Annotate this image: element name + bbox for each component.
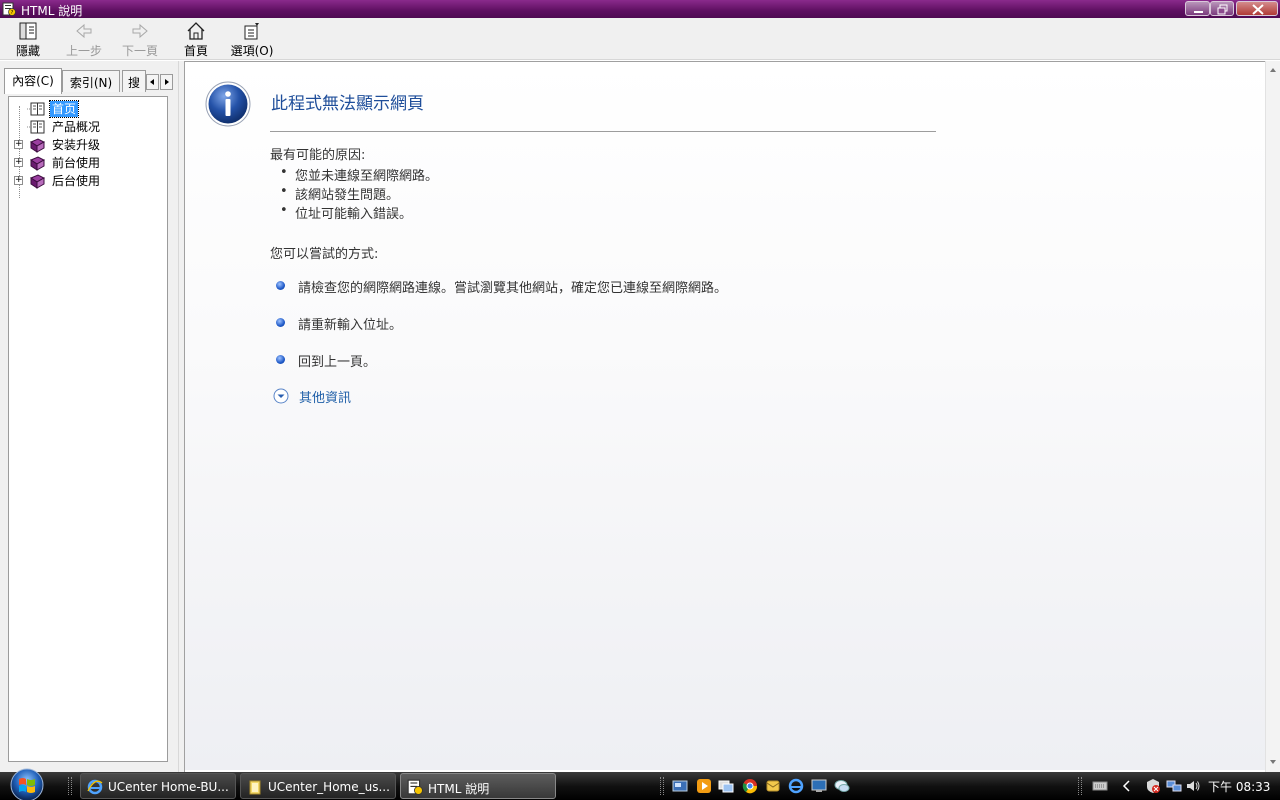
start-button[interactable] (5, 768, 49, 800)
scroll-down-icon[interactable] (1269, 758, 1277, 766)
messenger-icon[interactable] (765, 778, 781, 794)
tree-item-install[interactable]: + 安装升级 (9, 136, 167, 154)
tab-search[interactable]: 搜 (122, 70, 146, 92)
tree-item-label: 前台使用 (52, 156, 101, 170)
back-arrow-icon (76, 23, 92, 39)
options-icon (244, 23, 259, 40)
vertical-scrollbar[interactable] (1265, 61, 1280, 772)
try-heading: 您可以嘗試的方式: (270, 247, 379, 262)
info-icon (205, 81, 251, 127)
tab-index[interactable]: 索引(N) (62, 70, 120, 92)
taskbar-grip[interactable] (68, 777, 72, 795)
reason-item: 位址可能輸入錯誤。 (280, 203, 412, 222)
home-icon (187, 22, 205, 40)
taskbar-grip[interactable] (1078, 777, 1082, 795)
minimize-button[interactable] (1185, 1, 1210, 16)
more-info-label: 其他資訊 (299, 391, 352, 406)
network-icon[interactable] (1166, 778, 1182, 794)
taskbar-grip[interactable] (660, 777, 664, 795)
home-button[interactable]: 首頁 (170, 21, 222, 59)
taskbar-item-ucenter-folder[interactable]: UCenter_Home_us... (240, 773, 396, 799)
keyboard-icon[interactable] (1092, 778, 1108, 794)
reason-item: 該網站發生問題。 (280, 184, 399, 203)
scroll-up-icon[interactable] (1269, 66, 1277, 74)
restore-button[interactable] (1210, 1, 1234, 16)
taskbar: UCenter Home-BU... UCenter_Home_us... HT… (0, 768, 1280, 800)
book-icon (29, 156, 45, 171)
internet-explorer-icon (87, 779, 103, 795)
help-app-icon: ? (2, 2, 16, 16)
window-title: HTML 說明 (21, 4, 83, 18)
options-button[interactable]: 選項(O) (226, 21, 278, 59)
tree-item-frontend[interactable]: + 前台使用 (9, 154, 167, 172)
open-page-icon (27, 120, 45, 134)
folder-icon (249, 780, 261, 795)
clock[interactable]: 下午 08:33 (1208, 778, 1270, 795)
security-alert-icon[interactable] (1145, 778, 1161, 794)
bullet-icon (276, 318, 285, 327)
reasons-heading: 最有可能的原因: (270, 148, 366, 163)
try-item: 請重新輸入位址。 (298, 318, 403, 333)
computer-icon[interactable] (811, 778, 827, 794)
book-icon (29, 174, 45, 189)
chevron-left-icon[interactable] (1119, 778, 1135, 794)
show-desktop-icon[interactable] (672, 778, 688, 794)
tree-item-home[interactable]: 首页 (9, 100, 167, 118)
tree-item-overview[interactable]: 产品概况 (9, 118, 167, 136)
expand-down-icon (273, 388, 289, 404)
svg-text:?: ? (11, 10, 14, 16)
expand-icon[interactable]: + (14, 140, 23, 149)
title-divider (270, 131, 936, 132)
tree-item-label: 安装升级 (52, 138, 101, 152)
toolbar: 隱藏 上一步 下一頁 首頁 選項(O) (0, 18, 1280, 60)
hide-pane-icon (19, 22, 37, 40)
expand-icon[interactable]: + (14, 176, 23, 185)
tab-contents[interactable]: 內容(C) (4, 68, 62, 94)
forward-button[interactable]: 下一頁 (114, 21, 166, 59)
help-app-icon (407, 779, 423, 795)
tree-item-label: 首页 (48, 100, 80, 118)
tab-scroll-left[interactable] (146, 74, 159, 90)
bullet-icon (276, 355, 285, 364)
chat-icon[interactable] (834, 778, 850, 794)
tab-scroll-right[interactable] (160, 74, 173, 90)
window-switch-icon[interactable] (718, 778, 734, 794)
taskbar-item-ucenter-ie[interactable]: UCenter Home-BU... (80, 773, 236, 799)
reason-item: 您並未連線至網際網路。 (280, 165, 438, 184)
try-item: 請檢查您的網際網路連線。嘗試瀏覽其他網站，確定您已連線至網際網路。 (298, 281, 728, 296)
chrome-icon[interactable] (742, 778, 758, 794)
content-pane: 此程式無法顯示網頁 最有可能的原因: 您並未連線至網際網路。 該網站發生問題。 … (185, 61, 1265, 770)
hide-button[interactable]: 隱藏 (2, 21, 54, 59)
close-button[interactable] (1236, 1, 1278, 16)
forward-arrow-icon (132, 23, 148, 39)
media-player-icon[interactable] (696, 778, 712, 794)
open-page-icon (27, 102, 45, 116)
book-icon (29, 138, 45, 153)
contents-tree: 首页 产品概况 + 安装升级 + 前台使用 + 后台使用 (8, 96, 168, 762)
volume-icon[interactable] (1185, 778, 1201, 794)
tree-item-label: 产品概况 (52, 120, 101, 134)
pane-splitter[interactable] (178, 61, 185, 772)
error-title: 此程式無法顯示網頁 (271, 94, 424, 114)
nav-tabs: 內容(C) 索引(N) 搜 (4, 68, 176, 94)
try-item[interactable]: 回到上一頁。 (298, 351, 376, 370)
bullet-icon (276, 281, 285, 290)
navigation-pane: 內容(C) 索引(N) 搜 首页 产品概况 + 安装升级 + 前台使用 + 后台… (0, 61, 178, 772)
tree-item-label: 后台使用 (52, 174, 101, 188)
back-button[interactable]: 上一步 (58, 21, 110, 59)
title-bar: ? HTML 說明 (0, 0, 1280, 18)
taskbar-item-html-help[interactable]: HTML 說明 (400, 773, 556, 799)
tree-item-backend[interactable]: + 后台使用 (9, 172, 167, 190)
internet-explorer-icon[interactable] (788, 778, 804, 794)
expand-icon[interactable]: + (14, 158, 23, 167)
